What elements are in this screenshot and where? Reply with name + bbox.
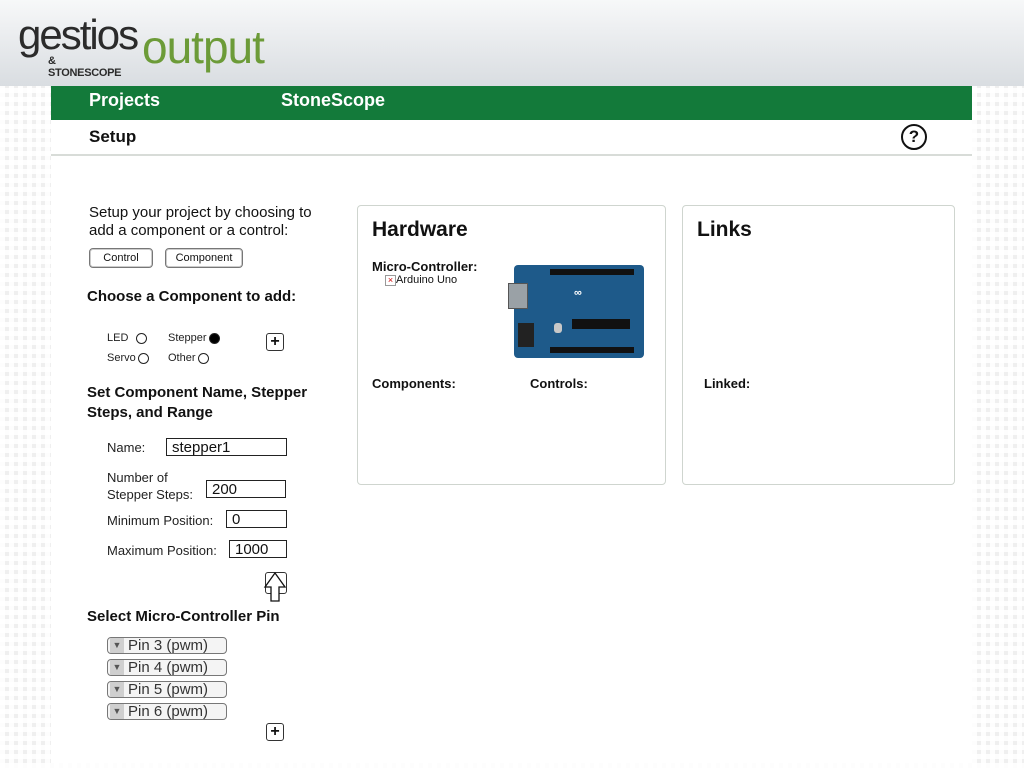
logo-wordmark: gestios — [18, 11, 139, 58]
top-navbar: Projects StoneScope — [51, 86, 972, 120]
linked-label: Linked: — [704, 376, 751, 391]
component-button[interactable]: Component — [165, 248, 243, 268]
board-entry[interactable]: × Arduino Uno — [385, 274, 457, 286]
steps-field[interactable]: 200 — [206, 480, 286, 498]
pin-3-dropdown[interactable]: ▼ Pin 3 (pwm) — [107, 637, 227, 654]
add-component-plus-icon[interactable]: + — [266, 333, 284, 351]
setup-instructions: Setup your project by choosing to add a … — [89, 204, 312, 239]
pin-4-dropdown[interactable]: ▼ Pin 4 (pwm) — [107, 659, 227, 676]
pin-6-dropdown[interactable]: ▼ Pin 6 (pwm) — [107, 703, 227, 720]
page-title: Setup — [89, 127, 137, 146]
min-position-field[interactable]: 0 — [226, 510, 287, 528]
radio-stepper[interactable] — [209, 333, 220, 344]
max-position-label: Maximum Position: — [107, 543, 217, 558]
remove-x-icon[interactable]: × — [385, 274, 396, 286]
hardware-title: Hardware — [372, 218, 468, 241]
radio-other[interactable] — [198, 353, 209, 364]
pin-6-label: Pin 6 (pwm) — [128, 703, 209, 720]
capacitor-icon — [554, 323, 562, 333]
name-field[interactable]: stepper1 — [166, 438, 287, 456]
usb-port-icon — [508, 283, 528, 309]
radio-other-label: Other — [168, 352, 196, 364]
links-panel: Links Linked: — [682, 205, 955, 485]
main-page: Projects StoneScope Setup ? Setup your p… — [51, 86, 972, 763]
arduino-logo-icon: ∞ — [574, 287, 582, 299]
select-pin-heading: Select Micro-Controller Pin — [87, 608, 280, 625]
pin-3-label: Pin 3 (pwm) — [128, 637, 209, 654]
nav-stonescope[interactable]: StoneScope — [281, 88, 385, 112]
links-title: Links — [697, 218, 752, 241]
help-icon[interactable]: ? — [901, 124, 927, 150]
components-label: Components: — [372, 376, 456, 391]
max-position-field[interactable]: 1000 — [229, 540, 287, 558]
hardware-panel: Hardware Micro-Controller: × Arduino Uno … — [357, 205, 666, 485]
radio-servo[interactable] — [138, 353, 149, 364]
power-jack-icon — [518, 323, 534, 347]
steps-label-line1: Number of — [107, 470, 168, 485]
radio-servo-label: Servo — [107, 352, 136, 364]
header-pins-bottom — [550, 347, 634, 353]
arduino-board-image: ∞ — [508, 265, 644, 358]
controls-label: Controls: — [530, 376, 588, 391]
add-pin-plus-icon[interactable]: + — [266, 723, 284, 741]
set-component-heading: Set Component Name, Stepper Steps, and R… — [87, 384, 308, 421]
submit-arrow-button[interactable] — [263, 571, 287, 602]
nav-projects[interactable]: Projects — [89, 88, 160, 112]
choose-component-heading: Choose a Component to add: — [87, 288, 297, 305]
atmega-chip — [572, 319, 630, 329]
dropdown-triangle-icon: ▼ — [110, 704, 124, 719]
header-pins-top — [550, 269, 634, 275]
radio-led[interactable] — [136, 333, 147, 344]
pin-5-dropdown[interactable]: ▼ Pin 5 (pwm) — [107, 681, 227, 698]
control-button[interactable]: Control — [89, 248, 153, 268]
steps-label-line2: Stepper Steps: — [107, 487, 193, 502]
up-arrow-icon — [263, 571, 287, 602]
min-position-label: Minimum Position: — [107, 513, 214, 528]
micro-controller-label: Micro-Controller: — [372, 259, 478, 274]
radio-stepper-label: Stepper — [168, 332, 207, 344]
name-label: Name: — [107, 440, 146, 455]
pin-4-label: Pin 4 (pwm) — [128, 659, 209, 676]
logo-subtitle: & STONESCOPE — [48, 55, 122, 79]
dropdown-triangle-icon: ▼ — [110, 660, 124, 675]
pin-5-label: Pin 5 (pwm) — [128, 681, 209, 698]
radio-led-label: LED — [107, 332, 129, 344]
logo-output-text: output — [142, 21, 265, 73]
dropdown-triangle-icon: ▼ — [110, 638, 124, 653]
board-name: Arduino Uno — [396, 274, 458, 286]
top-banner: gestios & STONESCOPE output — [0, 0, 1024, 86]
dropdown-triangle-icon: ▼ — [110, 682, 124, 697]
setup-bar: Setup ? — [51, 120, 972, 156]
